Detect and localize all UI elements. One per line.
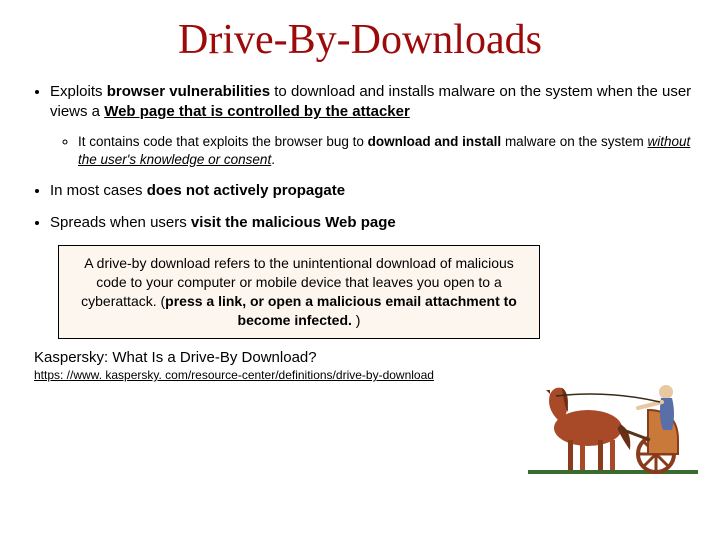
sub-list: It contains code that exploits the brows… <box>50 133 692 169</box>
text: . <box>271 152 275 167</box>
bullet-1: Exploits browser vulnerabilities to down… <box>50 82 692 169</box>
callout-bold: press a link, or open a malicious email … <box>165 293 517 328</box>
text-bold: browser vulnerabilities <box>107 83 270 100</box>
callout-text: ) <box>352 312 361 328</box>
chariot-illustration <box>528 350 698 480</box>
callout-box: A drive-by download refers to the uninte… <box>58 245 540 339</box>
bullet-2: In most cases does not actively propagat… <box>50 181 692 201</box>
text: It contains code that exploits the brows… <box>78 134 368 149</box>
sub-bullet-1: It contains code that exploits the brows… <box>78 133 692 169</box>
text-bold: visit the malicious Web page <box>191 214 396 231</box>
text-bold-underline: Web page that is controlled by the attac… <box>104 103 410 120</box>
text: malware on the system <box>501 134 647 149</box>
slide-title: Drive-By-Downloads <box>28 16 692 64</box>
slide: Drive-By-Downloads Exploits browser vuln… <box>0 0 720 540</box>
bullet-3: Spreads when users visit the malicious W… <box>50 213 692 233</box>
bullet-list: Exploits browser vulnerabilities to down… <box>28 82 692 233</box>
text: Spreads when users <box>50 214 191 231</box>
text: Exploits <box>50 83 107 100</box>
text-bold: download and install <box>368 134 502 149</box>
text-bold: does not actively propagate <box>147 182 345 199</box>
reference-link[interactable]: https: //www. kaspersky. com/resource-ce… <box>34 368 434 382</box>
text: In most cases <box>50 182 147 199</box>
